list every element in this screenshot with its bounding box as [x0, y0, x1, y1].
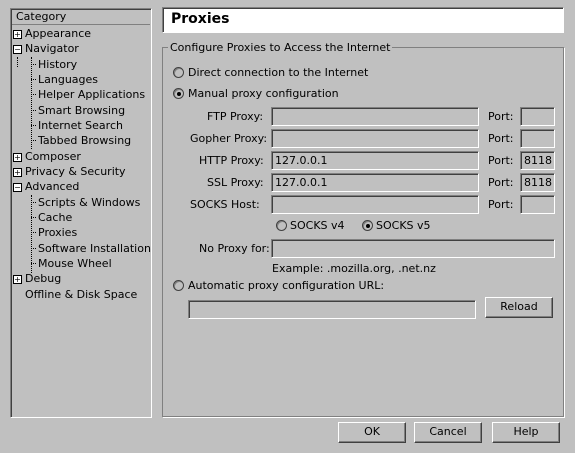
tree-item-label: Debug [25, 272, 62, 285]
page-title: Proxies [171, 11, 230, 27]
auto-proxy-label: Automatic proxy configuration URL: [188, 279, 385, 292]
tree-connector [31, 110, 36, 111]
tree-item-label: Scripts & Windows [38, 196, 141, 209]
ssl-port-input[interactable]: 8118 [520, 173, 555, 192]
tree-item-label: Privacy & Security [25, 165, 126, 178]
tree-connector [31, 202, 36, 203]
gopher-port-input[interactable] [520, 129, 555, 148]
collapse-icon[interactable]: − [13, 45, 22, 54]
tree-item-label: Navigator [25, 42, 79, 55]
socks-v4-radio[interactable] [276, 220, 287, 231]
ssl-port-value: 8118 [524, 176, 552, 189]
ssl-proxy-input[interactable]: 127.0.0.1 [271, 173, 479, 192]
ftp-port-label: Port: [488, 110, 514, 123]
manual-proxy-radio[interactable] [173, 88, 184, 99]
no-proxy-label: No Proxy for: [199, 242, 270, 255]
tree-connector [31, 140, 36, 141]
tree-item-label: Cache [38, 211, 73, 224]
direct-connection-radio[interactable] [173, 67, 184, 78]
tree-connector [31, 217, 36, 218]
proxy-groupbox [162, 47, 564, 417]
gopher-proxy-label: Gopher Proxy: [190, 132, 268, 145]
expand-icon[interactable]: + [13, 275, 22, 284]
auto-proxy-radio[interactable] [173, 280, 184, 291]
collapse-icon[interactable]: − [13, 183, 22, 192]
tree-item-label: Software Installation [38, 242, 151, 255]
category-header: Category [12, 10, 150, 25]
tree-item-label: Helper Applications [38, 88, 146, 101]
ftp-proxy-input[interactable] [271, 107, 479, 126]
help-button[interactable]: Help [492, 422, 560, 443]
tree-connector [31, 248, 36, 249]
ssl-proxy-label: SSL Proxy: [207, 176, 264, 189]
tree-item-label: History [38, 58, 78, 71]
tree-connector [31, 232, 36, 233]
http-port-value: 8118 [524, 154, 552, 167]
expand-icon[interactable]: + [13, 168, 22, 177]
tree-connector [31, 94, 36, 95]
socks-v5-radio[interactable] [362, 220, 373, 231]
ok-button[interactable]: OK [338, 422, 406, 443]
http-proxy-value: 127.0.0.1 [275, 154, 328, 167]
tree-item-label: Proxies [38, 226, 78, 239]
tree-connector [17, 57, 18, 67]
gopher-port-label: Port: [488, 132, 514, 145]
http-port-input[interactable]: 8118 [520, 151, 555, 170]
group-legend: Configure Proxies to Access the Internet [168, 41, 393, 54]
tree-connector [31, 263, 36, 264]
tree-item-label: Composer [25, 150, 81, 163]
http-proxy-input[interactable]: 127.0.0.1 [271, 151, 479, 170]
socks-v5-label: SOCKS v5 [376, 219, 431, 232]
socks-host-label: SOCKS Host: [190, 198, 260, 211]
auto-proxy-url-input[interactable] [188, 300, 476, 319]
tree-item-label: Smart Browsing [38, 104, 126, 117]
tree-item-label: Internet Search [38, 119, 123, 132]
http-port-label: Port: [488, 154, 514, 167]
tree-item-label: Advanced [25, 180, 80, 193]
tree-connector [31, 57, 32, 149]
tree-item-label: Mouse Wheel [38, 257, 112, 270]
ssl-proxy-value: 127.0.0.1 [275, 176, 328, 189]
direct-connection-label: Direct connection to the Internet [188, 66, 369, 79]
category-tree[interactable]: Category + Appearance − Navigator Histor… [10, 8, 152, 418]
expand-icon[interactable]: + [13, 153, 22, 162]
no-proxy-input[interactable] [271, 239, 555, 258]
tree-item-label: Offline & Disk Space [25, 288, 138, 301]
socks-host-input[interactable] [271, 195, 479, 214]
ftp-proxy-label: FTP Proxy: [207, 110, 264, 123]
ftp-port-input[interactable] [520, 107, 555, 126]
socks-port-label: Port: [488, 198, 514, 211]
manual-proxy-label: Manual proxy configuration [188, 87, 339, 100]
page-title-box: Proxies [162, 7, 564, 33]
gopher-proxy-input[interactable] [271, 129, 479, 148]
socks-v4-label: SOCKS v4 [290, 219, 345, 232]
tree-connector [31, 125, 36, 126]
http-proxy-label: HTTP Proxy: [199, 154, 264, 167]
reload-button[interactable]: Reload [485, 297, 553, 318]
tree-connector [31, 79, 36, 80]
example-text: Example: .mozilla.org, .net.nz [272, 262, 436, 275]
cancel-button[interactable]: Cancel [414, 422, 482, 443]
tree-connector [31, 64, 36, 65]
tree-connector [31, 195, 32, 273]
tree-item-label: Appearance [25, 27, 92, 40]
tree-item-label: Languages [38, 73, 99, 86]
expand-icon[interactable]: + [13, 30, 22, 39]
socks-port-input[interactable] [520, 195, 555, 214]
tree-item-label: Tabbed Browsing [38, 134, 132, 147]
ssl-port-label: Port: [488, 176, 514, 189]
